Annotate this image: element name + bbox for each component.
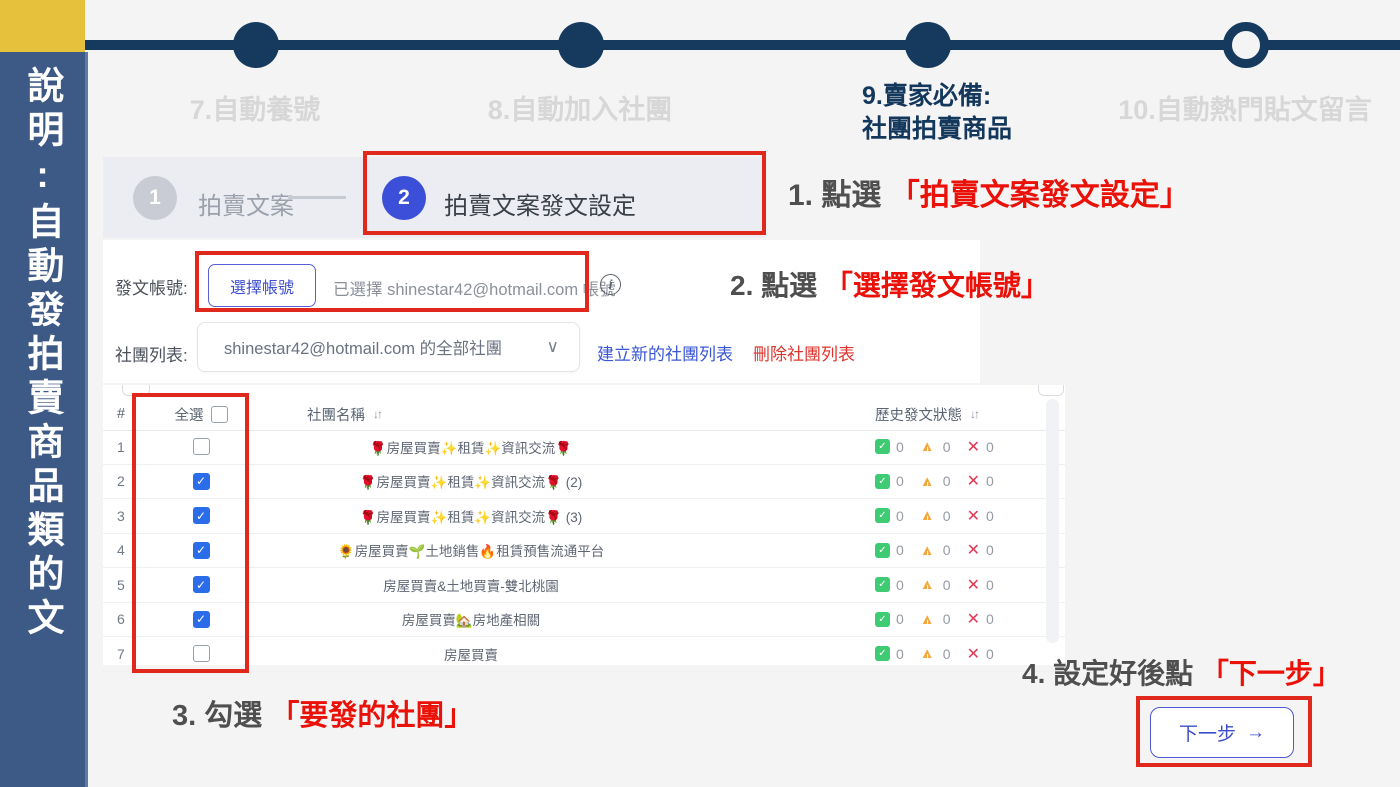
stepper-dash — [288, 196, 346, 199]
group-name: 房屋買賣🏡房地產相關 — [261, 609, 681, 629]
warning-icon: ▲! — [920, 577, 937, 592]
fail-icon: ✕ — [967, 644, 980, 664]
annotation-3-target: 「要發的社團」 — [270, 700, 473, 732]
warning-icon: ▲! — [920, 508, 937, 523]
fail-count: 0 — [986, 542, 994, 558]
group-name: 房屋買賣 — [261, 644, 681, 664]
warning-icon: ▲! — [920, 439, 937, 454]
warning-icon: ▲! — [920, 646, 937, 661]
group-name: 🌹房屋買賣✨租賃✨資訊交流🌹 — [261, 437, 681, 457]
create-list-link[interactable]: 建立新的社團列表 — [597, 340, 733, 365]
warning-icon: ▲! — [920, 543, 937, 558]
fail-count: 0 — [986, 646, 994, 662]
header-group-name: 社團名稱 — [307, 404, 365, 425]
account-label: 發文帳號: — [115, 274, 188, 299]
cropped-widget-fragment-right — [1038, 385, 1064, 396]
sort-icon-history[interactable]: ↓↑ — [970, 407, 978, 421]
annotation-4-target: 「下一步」 — [1201, 658, 1341, 689]
success-count: 0 — [896, 473, 904, 489]
success-icon: ✓ — [875, 508, 890, 523]
annotation-4: 4. 設定好後點 「下一步」 — [1022, 652, 1341, 692]
annotation-1-prefix: 1. 點選 — [788, 179, 881, 212]
success-icon: ✓ — [875, 577, 890, 592]
chevron-down-icon: ∨ — [547, 337, 579, 357]
success-icon: ✓ — [875, 646, 890, 661]
header-history: 歷史發文狀態 — [875, 404, 962, 425]
warning-count: 0 — [943, 577, 951, 593]
fail-count: 0 — [986, 473, 994, 489]
group-name: 🌹房屋買賣✨租賃✨資訊交流🌹 (3) — [261, 506, 681, 526]
annotation-3-prefix: 3. 勾選 — [172, 700, 262, 732]
group-name: 🌻房屋買賣🌱土地銷售🔥租賃預售流通平台 — [261, 540, 681, 560]
timeline-step-8[interactable]: 8.自動加入社團 — [430, 88, 730, 127]
fail-count: 0 — [986, 611, 994, 627]
timeline-step-7[interactable]: 7.自動養號 — [140, 88, 370, 127]
success-icon: ✓ — [875, 439, 890, 454]
warning-icon: ▲! — [920, 612, 937, 627]
timeline-dot-10[interactable] — [1223, 22, 1269, 68]
annotation-1: 1. 點選 「拍賣文案發文設定」 — [788, 170, 1190, 214]
warning-count: 0 — [943, 473, 951, 489]
annotation-4-prefix: 4. 設定好後點 — [1022, 658, 1193, 689]
fail-icon: ✕ — [967, 506, 980, 526]
timeline-dot-7[interactable] — [233, 22, 279, 68]
highlight-box-account — [195, 251, 589, 312]
warning-icon: ▲! — [920, 474, 937, 489]
timeline-step-10[interactable]: 10.自動熱門貼文留言 — [1050, 88, 1400, 127]
success-count: 0 — [896, 611, 904, 627]
timeline-dot-9[interactable] — [905, 22, 951, 68]
timeline-dot-8[interactable] — [558, 22, 604, 68]
success-count: 0 — [896, 508, 904, 524]
annotation-2-target: 「選擇發文帳號」 — [825, 270, 1049, 301]
step-1-label[interactable]: 拍賣文案 — [198, 186, 294, 221]
info-icon[interactable]: i — [600, 274, 621, 295]
group-name: 房屋買賣&土地買賣-雙北桃園 — [261, 575, 681, 595]
warning-count: 0 — [943, 611, 951, 627]
warning-count: 0 — [943, 542, 951, 558]
tutorial-screenshot: 說明:自動發拍賣商品類的文 7.自動養號 8.自動加入社團 9.賣家必備: 社團… — [0, 0, 1400, 787]
highlight-box-next-button — [1136, 696, 1312, 767]
fail-icon: ✕ — [967, 471, 980, 491]
annotation-3: 3. 勾選 「要發的社團」 — [172, 692, 473, 734]
fail-count: 0 — [986, 577, 994, 593]
corner-yellow-block — [0, 0, 85, 52]
delete-list-link[interactable]: 刪除社團列表 — [753, 340, 855, 365]
warning-count: 0 — [943, 508, 951, 524]
highlight-box-checkbox-column — [132, 393, 249, 673]
group-list-label: 社團列表: — [115, 341, 188, 366]
success-count: 0 — [896, 646, 904, 662]
success-icon: ✓ — [875, 543, 890, 558]
sidebar: 說明:自動發拍賣商品類的文 — [0, 52, 88, 787]
fail-count: 0 — [986, 508, 994, 524]
table-scrollbar[interactable] — [1046, 399, 1059, 643]
group-list-dropdown[interactable]: shinestar42@hotmail.com 的全部社團 ∨ — [197, 322, 580, 372]
success-count: 0 — [896, 542, 904, 558]
fail-count: 0 — [986, 439, 994, 455]
fail-icon: ✕ — [967, 575, 980, 595]
sidebar-title: 說明:自動發拍賣商品類的文 — [0, 66, 85, 642]
annotation-1-target: 「拍賣文案發文設定」 — [890, 179, 1190, 212]
success-icon: ✓ — [875, 612, 890, 627]
sort-icon-name[interactable]: ↓↑ — [373, 407, 381, 421]
highlight-box-step2 — [363, 151, 766, 235]
warning-count: 0 — [943, 439, 951, 455]
annotation-2-prefix: 2. 點選 — [730, 270, 817, 301]
timeline-line — [85, 40, 1400, 50]
group-name: 🌹房屋買賣✨租賃✨資訊交流🌹 (2) — [261, 471, 681, 491]
step-1-circle[interactable]: 1 — [133, 176, 177, 220]
success-icon: ✓ — [875, 474, 890, 489]
success-count: 0 — [896, 439, 904, 455]
fail-icon: ✕ — [967, 609, 980, 629]
fail-icon: ✕ — [967, 437, 980, 457]
group-list-dropdown-value: shinestar42@hotmail.com 的全部社團 — [198, 335, 502, 359]
success-count: 0 — [896, 577, 904, 593]
warning-count: 0 — [943, 646, 951, 662]
annotation-2: 2. 點選 「選擇發文帳號」 — [730, 264, 1049, 304]
fail-icon: ✕ — [967, 540, 980, 560]
